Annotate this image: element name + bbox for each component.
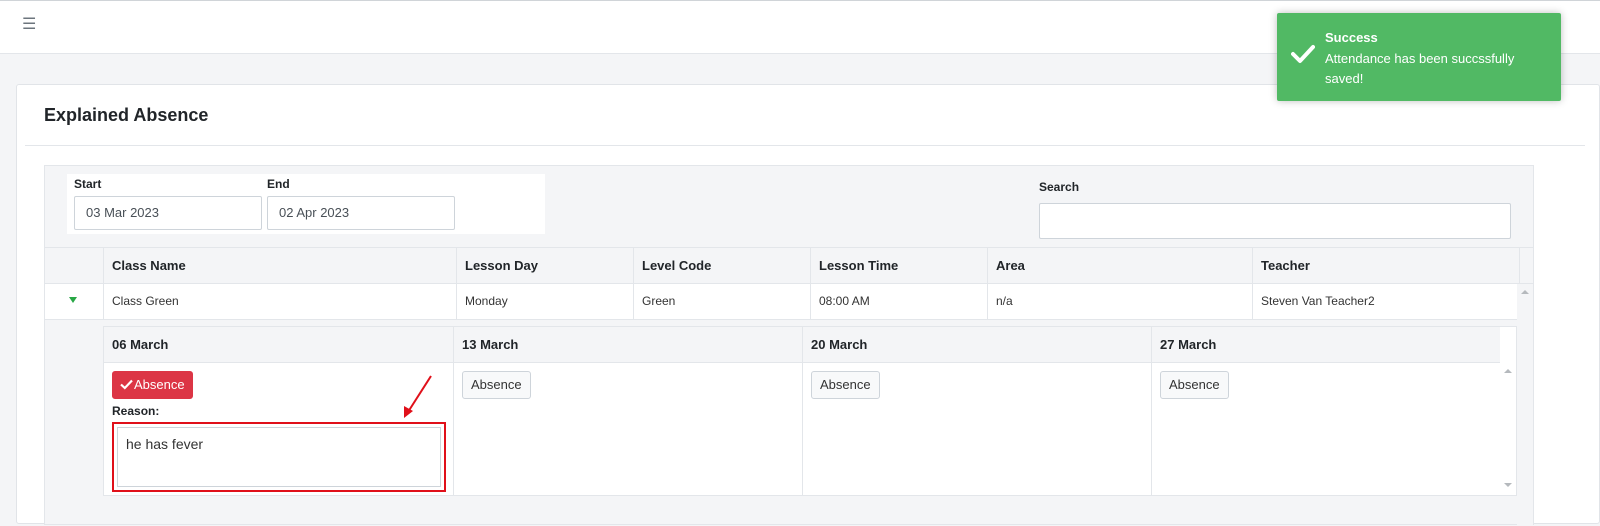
hamburger-menu-icon[interactable]: ☰: [22, 17, 36, 33]
page-title: Explained Absence: [44, 105, 209, 125]
scroll-up-icon[interactable]: [1504, 369, 1512, 373]
reason-textarea[interactable]: he has fever: [117, 427, 441, 487]
lesson-time-cell: 08:00 AM: [810, 284, 987, 319]
column-header-spacer: [1519, 248, 1533, 284]
search-input[interactable]: [1039, 203, 1511, 239]
check-icon: [120, 379, 133, 390]
teacher-cell: Steven Van Teacher2: [1252, 284, 1517, 319]
date-header: 20 March: [802, 327, 1151, 362]
table-row[interactable]: Class Green Monday Green 08:00 AM n/a St…: [45, 284, 1517, 320]
date-header: 06 March: [112, 337, 169, 352]
attendance-cell: Absence: [1151, 363, 1500, 495]
start-label: Start: [74, 177, 102, 191]
date-header: 13 March: [453, 327, 802, 362]
main-card: Explained Absence Start 03 Mar 2023 End …: [16, 84, 1600, 526]
level-code-cell: Green: [633, 284, 810, 319]
attendance-cell: Absence: [453, 363, 802, 495]
area-cell: n/a: [987, 284, 1252, 319]
column-header[interactable]: Level Code: [633, 248, 810, 284]
class-name-cell: Class Green: [103, 284, 456, 319]
table-scrollbar[interactable]: [1517, 284, 1533, 526]
scroll-down-icon[interactable]: [1504, 483, 1512, 487]
absence-button-label: Absence: [134, 377, 185, 392]
scroll-up-icon[interactable]: [1521, 290, 1529, 294]
reason-label: Reason:: [112, 404, 160, 418]
lesson-day-cell: Monday: [456, 284, 633, 319]
end-date-field[interactable]: 02 Apr 2023: [267, 196, 455, 230]
toast-title: Success: [1325, 30, 1378, 45]
attendance-cell: Absence Reason: he has fever: [104, 363, 453, 495]
expand-caret-icon[interactable]: [69, 297, 77, 303]
reason-highlight: he has fever: [112, 422, 446, 492]
column-header[interactable]: Teacher: [1252, 248, 1519, 284]
absence-button[interactable]: Absence: [811, 371, 880, 399]
date-range: Start 03 Mar 2023 End 02 Apr 2023: [67, 174, 545, 234]
attendance-cell: Absence: [802, 363, 1151, 495]
divider: [25, 145, 1585, 146]
attendance-header: 06 March 13 March 20 March 27 March: [104, 327, 1500, 363]
table-header: Class Name Lesson Day Level Code Lesson …: [45, 247, 1533, 284]
column-header[interactable]: Class Name: [103, 248, 457, 284]
column-header[interactable]: Lesson Time: [810, 248, 987, 284]
column-header[interactable]: Lesson Day: [456, 248, 633, 284]
checkmark-icon: [1291, 45, 1315, 63]
toast-message: Attendance has been succssfully saved!: [1325, 51, 1515, 86]
success-toast[interactable]: Success Attendance has been succssfully …: [1277, 13, 1561, 101]
end-label: End: [267, 177, 290, 191]
attendance-panel: Start 03 Mar 2023 End 02 Apr 2023 Search…: [44, 165, 1534, 526]
search-label: Search: [1039, 180, 1080, 194]
absence-button[interactable]: Absence: [462, 371, 531, 399]
column-header[interactable]: Area: [987, 248, 1252, 284]
date-header: 27 March: [1151, 327, 1500, 362]
absence-button-active[interactable]: Absence: [112, 371, 193, 399]
absence-button[interactable]: Absence: [1160, 371, 1229, 399]
start-date-field[interactable]: 03 Mar 2023: [74, 196, 262, 230]
subtable-scrollbar[interactable]: [1500, 363, 1516, 495]
attendance-subtable: 06 March 13 March 20 March 27 March Abse…: [103, 326, 1517, 496]
